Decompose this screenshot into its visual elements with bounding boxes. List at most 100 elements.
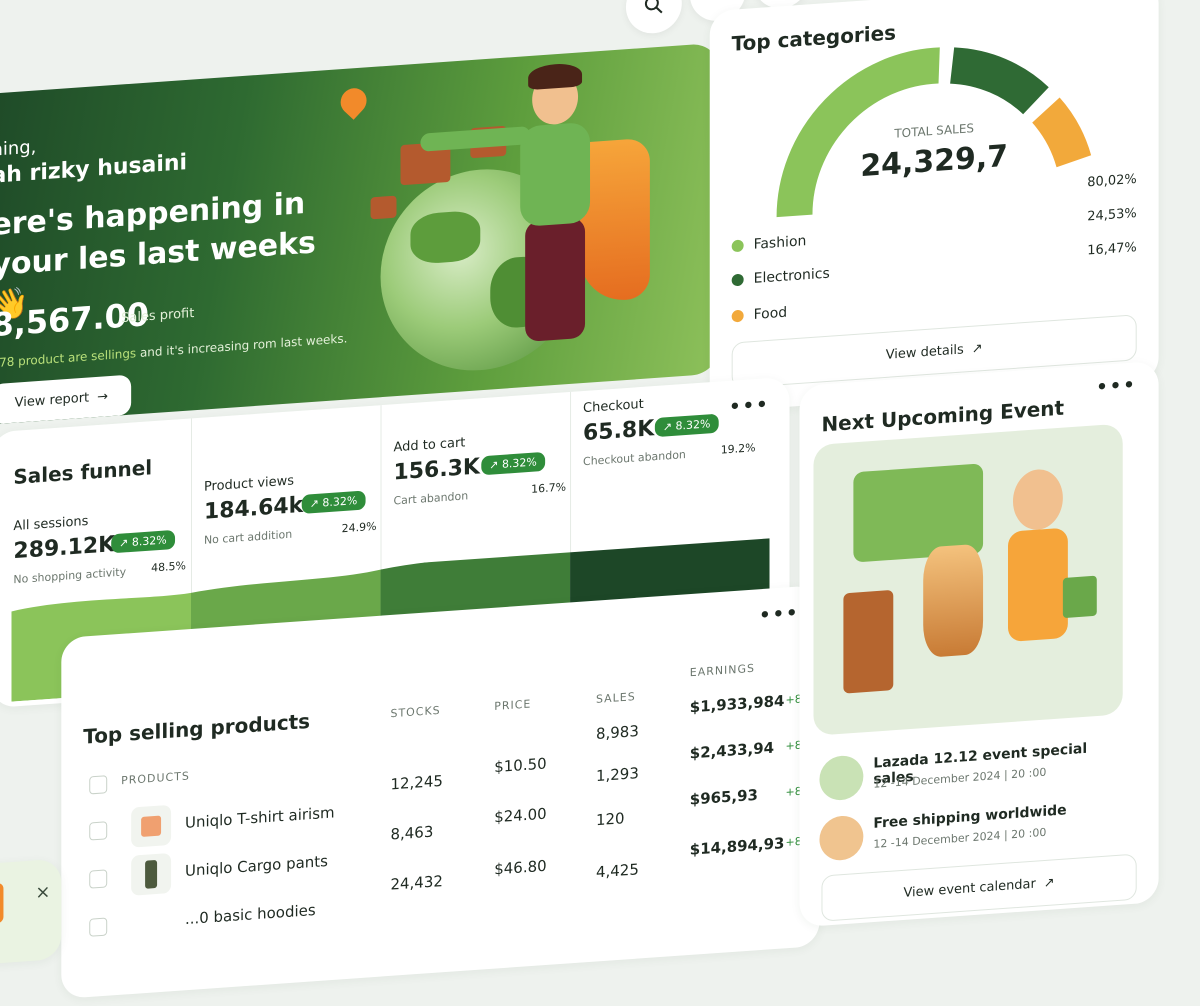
greeting: hing, — [0, 136, 37, 161]
stage-value: 65.8K — [583, 416, 655, 447]
products-selling: 478 product are sellings — [0, 346, 137, 371]
arrow-right-icon: → — [97, 388, 108, 405]
cell-stocks: 8,463 — [390, 822, 434, 844]
header-products: PRODUCTS — [121, 769, 190, 788]
cabinet-illustration — [843, 589, 894, 694]
stage-label: Product views — [203, 473, 294, 495]
stage-growth-badge: ↗ 8.32% — [301, 490, 366, 514]
external-link-icon: ↗ — [971, 340, 983, 357]
event-thumbnail — [819, 814, 864, 862]
search-button[interactable] — [625, 0, 682, 36]
dashboard: hing, ah rizky husaini ere's happening i… — [0, 0, 1198, 999]
person-body — [520, 121, 591, 228]
gauge-electronics — [949, 47, 1049, 115]
stage-pct: 16.7% — [531, 480, 567, 496]
view-report-button[interactable]: View report → — [0, 374, 132, 425]
header-price: PRICE — [494, 697, 532, 714]
stage-subtext: Cart abandon — [393, 489, 469, 508]
stage-label: Checkout — [583, 396, 644, 417]
stage-value: 289.12K — [13, 532, 116, 565]
event-item[interactable]: Free shipping worldwide 12 -14 December … — [819, 797, 1118, 862]
cell-sales: 4,425 — [596, 860, 639, 882]
cell-sales: 120 — [596, 809, 625, 830]
external-link-icon: ↗ — [1043, 874, 1055, 891]
top-categories-card: Top categories ••• TOTAL SALES 24,329,7 … — [709, 0, 1159, 413]
header-sales: SALES — [596, 690, 636, 706]
person-hair — [528, 62, 583, 91]
hero-banner: hing, ah rizky husaini ere's happening i… — [0, 42, 720, 427]
product-name: ...0 basic hoodies — [185, 900, 316, 929]
cell-price: $10.50 — [494, 754, 547, 777]
tshirt-icon — [141, 815, 162, 837]
hourglass-illustration — [923, 543, 984, 658]
cell-sales: 1,293 — [596, 764, 639, 786]
stage-value: 184.64k — [203, 492, 304, 525]
fashion-dot — [731, 239, 744, 253]
stage-pct: 24.9% — [341, 519, 377, 536]
person-arm — [420, 126, 531, 152]
legend-fashion: Fashion — [731, 233, 807, 254]
more-menu-icon[interactable]: ••• — [759, 602, 799, 626]
product-name: Uniqlo Cargo pants — [185, 851, 328, 880]
event-illustration — [813, 423, 1123, 736]
view-event-calendar-button[interactable]: View event calendar ↗ — [821, 853, 1137, 922]
event-item[interactable]: Lazada 12.12 event special sales 12 -14 … — [819, 737, 1118, 802]
cell-stocks: 24,432 — [390, 871, 443, 894]
top-selling-title: Top selling products — [83, 708, 311, 749]
pants-icon — [145, 859, 158, 889]
location-pin-icon — [335, 82, 372, 120]
cell-earnings: $14,894,93 — [689, 834, 785, 859]
event-thumbnail — [819, 754, 864, 802]
shopping-bag-icon — [1062, 575, 1097, 619]
legend-label: Electronics — [753, 265, 830, 287]
globe-land — [410, 209, 481, 265]
more-menu-icon[interactable]: ••• — [1096, 0, 1136, 5]
cell-earnings: $1,933,984 — [689, 691, 785, 717]
product-name: Uniqlo T-shirt airism — [185, 803, 335, 832]
cell-stocks: 12,245 — [390, 771, 443, 794]
row-checkbox[interactable] — [89, 917, 108, 937]
cell-price: $24.00 — [494, 804, 547, 827]
view-event-calendar-label: View event calendar — [903, 876, 1036, 901]
legend-food: Food — [731, 304, 788, 325]
legend-electronics: Electronics — [731, 265, 830, 289]
food-dot — [731, 309, 744, 323]
cell-earnings: $2,433,94 — [689, 738, 775, 763]
stage-label: All sessions — [13, 513, 89, 535]
stage-subtext: Checkout abandon — [583, 448, 686, 469]
electronics-dot — [731, 273, 744, 287]
woman-head — [1012, 467, 1063, 532]
upcoming-event-card: ••• Next Upcoming Event Lazada 12.12 eve… — [799, 360, 1159, 928]
product-thumbnail — [131, 804, 172, 848]
select-all-checkbox[interactable] — [89, 775, 108, 795]
close-icon[interactable]: × — [35, 881, 50, 903]
cape-illustration — [580, 137, 650, 304]
row-checkbox[interactable] — [89, 869, 108, 889]
stage-subtext: No shopping activity — [13, 565, 127, 587]
cell-price: $46.80 — [494, 856, 547, 879]
fashion-pct: 80,02% — [1087, 171, 1137, 191]
electronics-pct: 24,53% — [1087, 205, 1137, 225]
stage-growth-badge: ↗ 8.32% — [481, 451, 545, 476]
house-illustration — [370, 195, 397, 220]
view-report-label: View report — [14, 389, 90, 411]
toast-illustration — [0, 882, 4, 925]
stage-pct: 19.2% — [720, 441, 756, 457]
row-checkbox[interactable] — [89, 821, 108, 841]
stage-growth-badge: ↗ 8.32% — [111, 529, 175, 554]
hero-subtext-rest: and it's increasing rom last weeks. — [136, 331, 348, 361]
legend-label: Fashion — [753, 233, 807, 253]
woman-body — [1008, 527, 1068, 643]
more-menu-icon[interactable]: ••• — [1096, 374, 1136, 398]
stage-pct: 48.5% — [151, 559, 186, 575]
view-details-label: View details — [885, 341, 964, 363]
bell-icon — [708, 0, 728, 3]
person-legs — [525, 217, 586, 342]
cell-sales: 8,983 — [596, 721, 639, 743]
toast-notification: × — [0, 858, 62, 966]
top-selling-card: ••• Top selling products STOCKS PRICE SA… — [61, 585, 830, 999]
stage-label: Add to cart — [393, 435, 466, 456]
header-earnings: EARNINGS — [689, 661, 755, 680]
legend-label: Food — [753, 304, 788, 323]
product-thumbnail — [131, 852, 172, 896]
